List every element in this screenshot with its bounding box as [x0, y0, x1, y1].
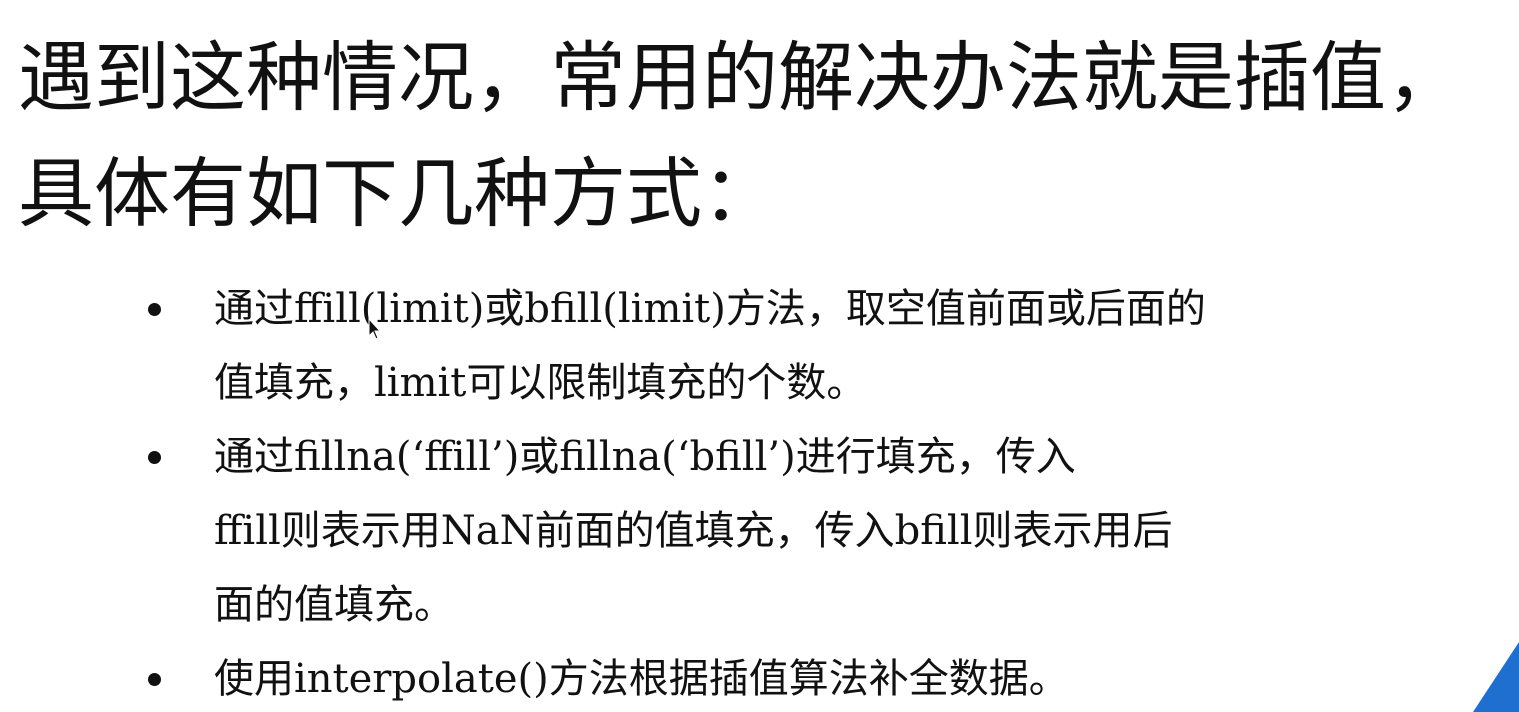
heading-line-2: 具体有如下几种方式： [18, 149, 778, 238]
bullet-1-line-1: 通过ffill(limit)或bfill(limit)方法，取空值前面或后面的 [214, 286, 1206, 332]
slide-heading: 遇到这种情况，常用的解决办法就是插值， 具体有如下几种方式： [18, 20, 1508, 252]
bullet-dot-icon [148, 303, 161, 316]
bullet-3-line-1: 使用interpolate()方法根据插值算法补全数据。 [214, 656, 1069, 702]
bullet-dot-icon [148, 451, 161, 464]
bullet-dot-icon [148, 673, 161, 686]
slide: 遇到这种情况，常用的解决办法就是插值， 具体有如下几种方式： 通过ffill(l… [0, 0, 1519, 712]
mouse-pointer-icon [368, 318, 380, 340]
bullet-2-line-2: ffill则表示用NaN前面的值填充，传入bfill则表示用后 [214, 508, 1173, 554]
heading-line-1: 遇到这种情况，常用的解决办法就是插值， [18, 33, 1462, 122]
corner-triangle-decoration [1473, 642, 1519, 712]
bullet-item-2: 通过fillna(‘ffill’)或fillna(‘bfill’)进行填充，传入… [140, 420, 1390, 642]
bullet-item-3: 使用interpolate()方法根据插值算法补全数据。 [140, 642, 1390, 712]
bullet-1-line-2: 值填充，limit可以限制填充的个数。 [214, 360, 867, 406]
bullet-2-line-3: 面的值填充。 [214, 582, 454, 628]
bullet-item-1: 通过ffill(limit)或bfill(limit)方法，取空值前面或后面的 … [140, 272, 1390, 420]
bullet-2-line-1: 通过fillna(‘ffill’)或fillna(‘bfill’)进行填充，传入 [214, 434, 1076, 480]
bullet-list: 通过ffill(limit)或bfill(limit)方法，取空值前面或后面的 … [140, 272, 1390, 712]
